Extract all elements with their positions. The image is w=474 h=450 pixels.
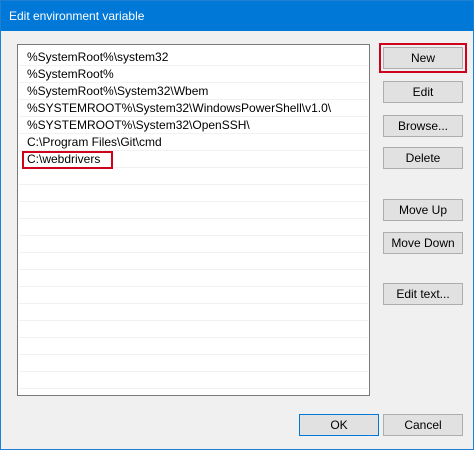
list-item-text: %SystemRoot% [27, 67, 114, 81]
list-item[interactable]: C:\Program Files\Git\cmd [19, 134, 368, 151]
list-item-empty[interactable] [19, 355, 368, 372]
list-item-empty[interactable] [19, 253, 368, 270]
move-up-button[interactable]: Move Up [383, 199, 463, 221]
browse-button[interactable]: Browse... [383, 115, 463, 137]
list-item-text: %SYSTEMROOT%\System32\WindowsPowerShell\… [27, 101, 332, 115]
list-item-empty[interactable] [19, 168, 368, 185]
list-item-empty[interactable] [19, 304, 368, 321]
path-list[interactable]: %SystemRoot%\system32 %SystemRoot% %Syst… [17, 44, 370, 396]
list-item-text: C:\Program Files\Git\cmd [27, 135, 162, 149]
list-item-empty[interactable] [19, 338, 368, 355]
list-item-text: C:\webdrivers [27, 152, 101, 166]
list-item-empty[interactable] [19, 287, 368, 304]
new-button[interactable]: New [383, 47, 463, 69]
edit-environment-variable-dialog: Edit environment variable %SystemRoot%\s… [0, 0, 474, 450]
list-item[interactable]: %SystemRoot% [19, 66, 368, 83]
list-item[interactable]: %SystemRoot%\system32 [19, 49, 368, 66]
list-item[interactable]: %SystemRoot%\System32\Wbem [19, 83, 368, 100]
move-up-button-label: Move Up [398, 203, 448, 217]
new-button-label: New [410, 51, 435, 65]
ok-button[interactable]: OK [299, 414, 379, 436]
list-item[interactable]: %SYSTEMROOT%\System32\WindowsPowerShell\… [19, 100, 368, 117]
list-item-text: %SYSTEMROOT%\System32\OpenSSH\ [27, 118, 250, 132]
edit-button-label: Edit [412, 85, 434, 99]
window-title: Edit environment variable [9, 9, 145, 23]
edit-text-button[interactable]: Edit text... [383, 283, 463, 305]
list-item-empty[interactable] [19, 270, 368, 287]
list-item-empty[interactable] [19, 185, 368, 202]
browse-button-label: Browse... [397, 119, 448, 133]
ok-button-label: OK [330, 418, 348, 432]
list-item[interactable]: %SYSTEMROOT%\System32\OpenSSH\ [19, 117, 368, 134]
list-item-text: %SystemRoot%\system32 [27, 50, 169, 64]
list-item[interactable]: C:\webdrivers [19, 151, 368, 168]
edit-button[interactable]: Edit [383, 81, 463, 103]
list-item-empty[interactable] [19, 202, 368, 219]
move-down-button-label: Move Down [391, 236, 455, 250]
cancel-button[interactable]: Cancel [383, 414, 463, 436]
delete-button-label: Delete [405, 151, 441, 165]
list-item-empty[interactable] [19, 236, 368, 253]
delete-button[interactable]: Delete [383, 147, 463, 169]
list-item-empty[interactable] [19, 372, 368, 389]
list-item-empty[interactable] [19, 219, 368, 236]
list-item-empty[interactable] [19, 321, 368, 338]
move-down-button[interactable]: Move Down [383, 232, 463, 254]
title-bar[interactable]: Edit environment variable [1, 1, 473, 31]
edit-text-button-label: Edit text... [396, 287, 450, 301]
cancel-button-label: Cancel [404, 418, 442, 432]
list-item-text: %SystemRoot%\System32\Wbem [27, 84, 209, 98]
